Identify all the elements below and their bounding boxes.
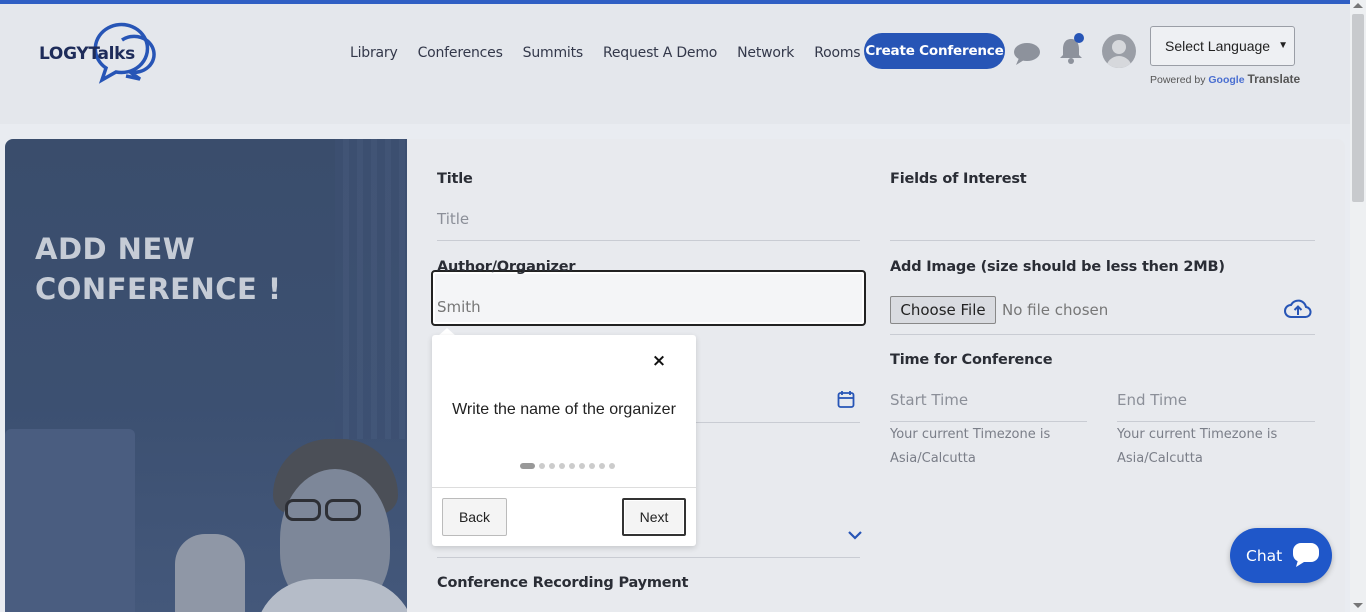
- start-time-input[interactable]: Start Time: [890, 391, 968, 409]
- powered-by-google: Powered by Google Translate: [1150, 72, 1301, 86]
- page-title: ADD NEW CONFERENCE !: [35, 232, 282, 306]
- tour-text: Write the name of the organizer: [452, 401, 676, 418]
- logo-text: LOGYTalks: [39, 44, 136, 64]
- tour-tooltip: × Write the name of the organizer Back N…: [432, 335, 696, 546]
- tour-progress-dots: [520, 463, 615, 469]
- end-time-input[interactable]: End Time: [1117, 391, 1187, 409]
- hero-panel: ADD NEW CONFERENCE !: [5, 139, 407, 612]
- create-conference-button[interactable]: Create Conference: [864, 33, 1005, 69]
- nav-summits[interactable]: Summits: [513, 44, 593, 62]
- chat-button[interactable]: Chat: [1230, 528, 1332, 583]
- title-underline: [437, 240, 860, 241]
- author-organizer-field[interactable]: [431, 270, 866, 326]
- nav-conferences[interactable]: Conferences: [408, 44, 513, 62]
- next-button[interactable]: Next: [622, 498, 686, 536]
- nav-rooms[interactable]: Rooms: [804, 44, 870, 62]
- title-input[interactable]: Title: [437, 210, 469, 228]
- progress-dot[interactable]: [569, 463, 575, 469]
- start-underline: [890, 421, 1087, 422]
- close-icon[interactable]: ×: [650, 351, 668, 371]
- main-nav: Library Conferences Summits Request A De…: [340, 44, 870, 62]
- choose-file-button[interactable]: Choose File: [890, 296, 996, 324]
- chevron-down-icon[interactable]: [847, 529, 863, 541]
- author-label: Author/Organizer: [437, 259, 576, 275]
- chevron-down-icon: ▼: [1278, 40, 1288, 51]
- start-timezone-note: Your current Timezone is Asia/Calcutta: [890, 427, 1051, 466]
- image-underline: [890, 334, 1315, 335]
- avatar[interactable]: [1102, 34, 1136, 68]
- progress-dot[interactable]: [609, 463, 615, 469]
- back-button[interactable]: Back: [442, 498, 507, 536]
- nav-request-demo[interactable]: Request A Demo: [593, 44, 727, 62]
- scroll-down-arrow[interactable]: [1353, 603, 1363, 608]
- select-underline: [437, 557, 860, 558]
- progress-dot[interactable]: [589, 463, 595, 469]
- language-select[interactable]: Select Language ▼: [1150, 26, 1295, 66]
- add-image-label: Add Image (size should be less then 2MB): [890, 259, 1225, 275]
- fields-of-interest-label: Fields of Interest: [890, 171, 1027, 187]
- end-underline: [1117, 421, 1315, 422]
- translate-link[interactable]: Translate: [1247, 72, 1300, 86]
- chat-bubble-icon: [1293, 543, 1319, 567]
- progress-dot[interactable]: [549, 463, 555, 469]
- progress-dot[interactable]: [579, 463, 585, 469]
- progress-dot[interactable]: [599, 463, 605, 469]
- calendar-icon[interactable]: [837, 390, 855, 409]
- nav-library[interactable]: Library: [340, 44, 408, 62]
- fields-underline: [890, 240, 1315, 241]
- header: LOGYTalks Library Conferences Summits Re…: [0, 4, 1350, 124]
- tooltip-divider: [432, 487, 696, 488]
- cloud-upload-icon[interactable]: [1284, 298, 1312, 320]
- chat-label: Chat: [1246, 547, 1283, 565]
- progress-dot[interactable]: [520, 463, 535, 469]
- logo[interactable]: LOGYTalks: [36, 22, 156, 84]
- notification-badge: [1074, 33, 1084, 43]
- scroll-up-arrow[interactable]: [1353, 3, 1363, 8]
- scrollbar-thumb[interactable]: [1352, 14, 1364, 202]
- time-label: Time for Conference: [890, 352, 1053, 368]
- progress-dot[interactable]: [539, 463, 545, 469]
- end-timezone-note: Your current Timezone is Asia/Calcutta: [1117, 427, 1278, 466]
- author-input-value[interactable]: Smith: [437, 298, 481, 316]
- nav-network[interactable]: Network: [727, 44, 804, 62]
- recording-payment-label: Conference Recording Payment: [437, 575, 689, 591]
- messages-icon[interactable]: [1013, 42, 1041, 66]
- title-label: Title: [437, 171, 473, 187]
- file-status: No file chosen: [1002, 301, 1109, 319]
- google-link[interactable]: Google: [1208, 74, 1244, 86]
- hero-laptop: [5, 429, 135, 612]
- progress-dot[interactable]: [559, 463, 565, 469]
- language-select-value: Select Language: [1165, 38, 1271, 54]
